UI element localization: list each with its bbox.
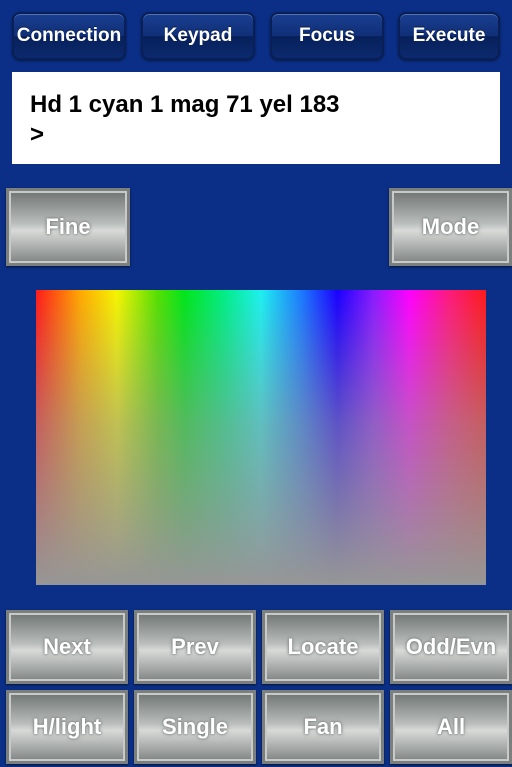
- single-button[interactable]: Single: [134, 690, 256, 764]
- color-picker[interactable]: [36, 290, 486, 585]
- tab-execute[interactable]: Execute: [398, 12, 500, 60]
- command-display: Hd 1 cyan 1 mag 71 yel 183 >: [12, 72, 500, 164]
- fan-button[interactable]: Fan: [262, 690, 384, 764]
- tab-focus[interactable]: Focus: [270, 12, 384, 60]
- command-line: Hd 1 cyan 1 mag 71 yel 183: [30, 91, 340, 118]
- tab-connection[interactable]: Connection: [12, 12, 126, 60]
- next-button[interactable]: Next: [6, 610, 128, 684]
- mode-button[interactable]: Mode: [389, 188, 512, 266]
- locate-button[interactable]: Locate: [262, 610, 384, 684]
- tab-keypad[interactable]: Keypad: [141, 12, 255, 60]
- command-prompt: >: [30, 121, 45, 148]
- app-screen: Connection Keypad Focus Execute Hd 1 cya…: [0, 0, 512, 767]
- fine-button[interactable]: Fine: [6, 188, 130, 266]
- highlight-button[interactable]: H/light: [6, 690, 128, 764]
- prev-button[interactable]: Prev: [134, 610, 256, 684]
- all-button[interactable]: All: [390, 690, 512, 764]
- odd-even-button[interactable]: Odd/Evn: [390, 610, 512, 684]
